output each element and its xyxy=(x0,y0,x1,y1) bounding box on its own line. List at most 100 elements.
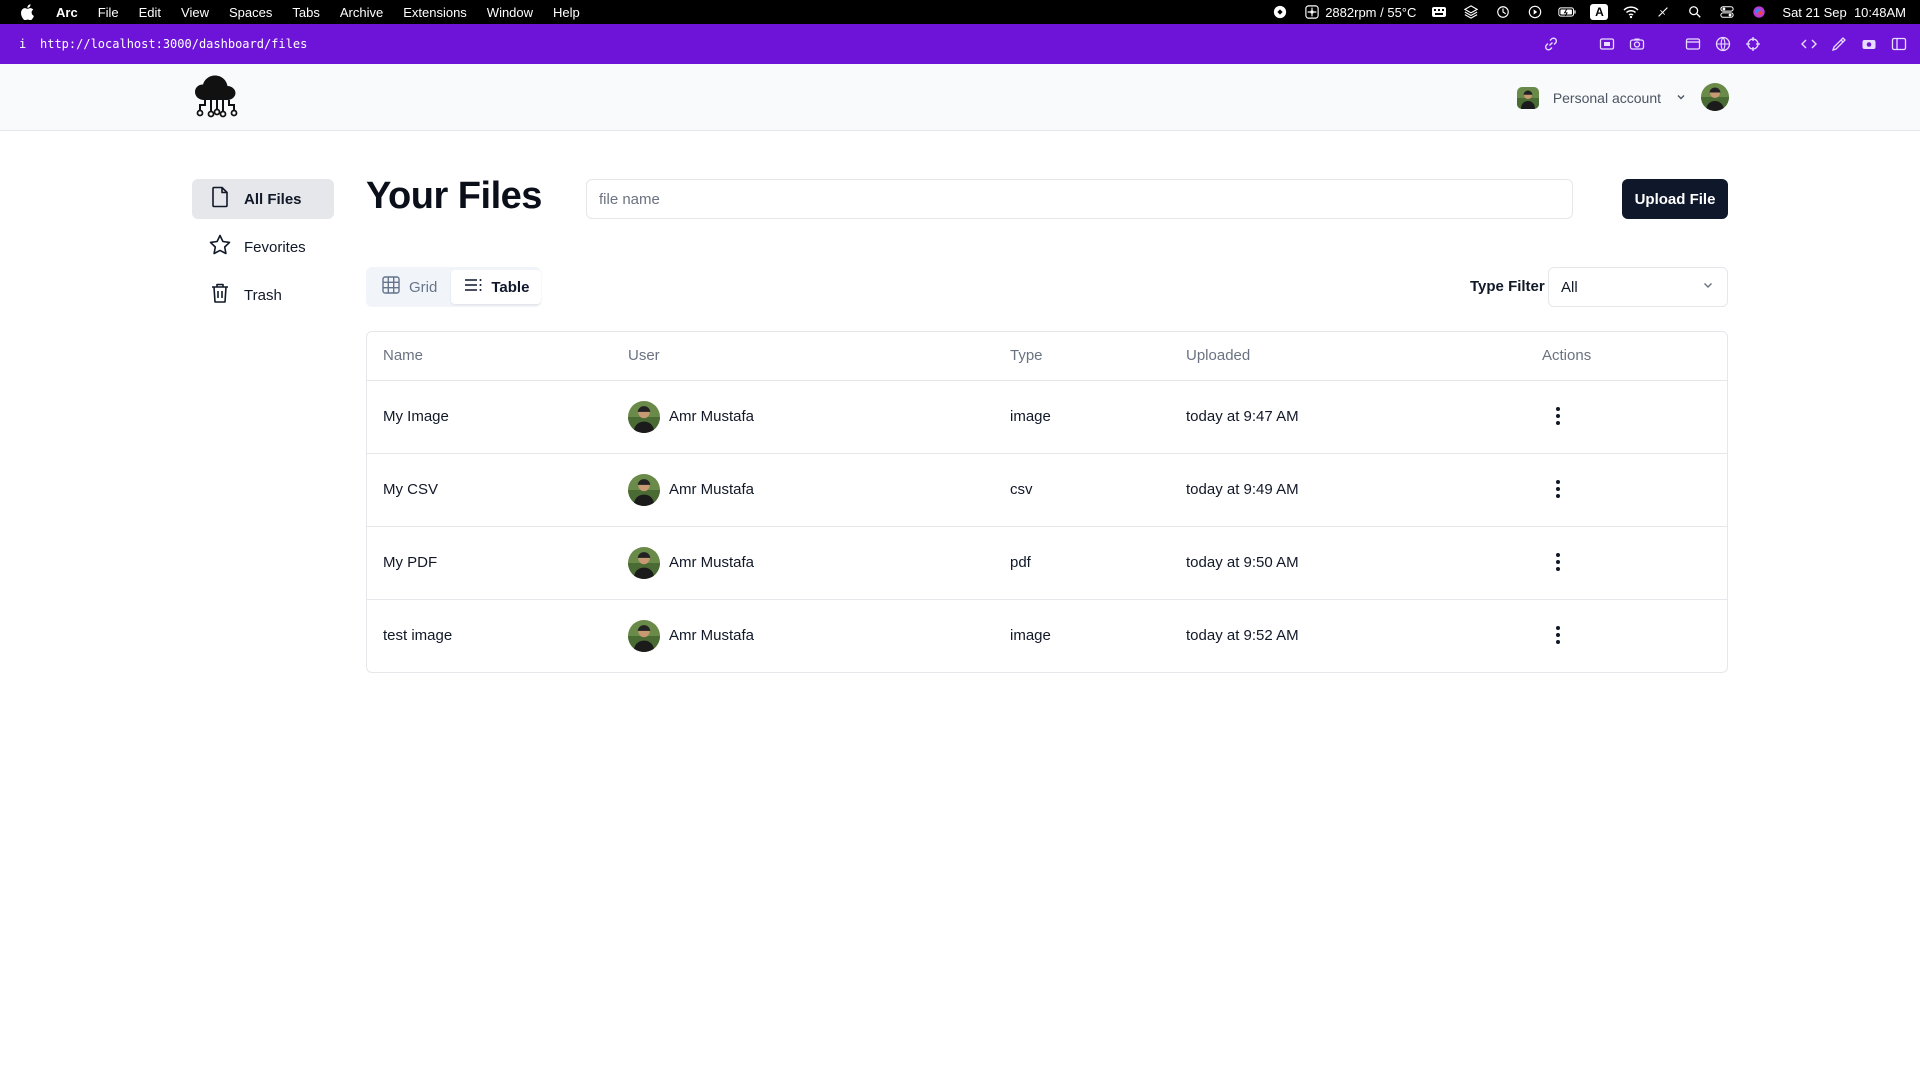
wifi-icon[interactable] xyxy=(1622,5,1640,19)
menu-edit[interactable]: Edit xyxy=(139,5,161,20)
file-uploaded: today at 9:52 AM xyxy=(1186,627,1299,645)
file-name: My PDF xyxy=(367,526,612,600)
sidebar-nav: All Files Fevorites Trash xyxy=(192,179,334,323)
column-header-type: Type xyxy=(994,332,1170,381)
play-icon[interactable] xyxy=(1526,5,1544,19)
actions-cell xyxy=(1526,526,1727,600)
user-cell: Amr Mustafa xyxy=(612,380,994,454)
file-name: My Image xyxy=(367,380,612,454)
user-name: Amr Mustafa xyxy=(669,554,755,571)
chevron-down-icon xyxy=(1675,90,1687,106)
view-toggle: Grid Table xyxy=(366,267,542,307)
file-uploaded: today at 9:50 AM xyxy=(1170,526,1526,600)
sidebar-toggle-icon[interactable] xyxy=(1890,35,1908,53)
menu-file[interactable]: File xyxy=(98,5,119,20)
file-uploaded: today at 9:49 AM xyxy=(1170,453,1526,527)
globe-icon[interactable] xyxy=(1714,35,1732,53)
sidebar-item-label: Trash xyxy=(244,286,282,304)
sidebar-item-label: Fevorites xyxy=(244,238,306,256)
fan-icon xyxy=(1303,5,1321,19)
user-cell: Amr Mustafa xyxy=(612,599,994,672)
more-vertical-icon[interactable] xyxy=(1546,477,1570,501)
input-source-indicator[interactable]: A xyxy=(1590,4,1609,20)
account-label: Personal account xyxy=(1552,90,1661,106)
browser-url-bar: i http://localhost:3000/dashboard/files xyxy=(0,24,1920,64)
file-type: csv xyxy=(994,453,1170,527)
apple-logo-icon[interactable] xyxy=(20,4,34,21)
siri-icon[interactable] xyxy=(1750,5,1768,19)
url-text[interactable]: http://localhost:3000/dashboard/files xyxy=(40,37,307,51)
keyboard-icon[interactable] xyxy=(1430,5,1448,19)
code-icon[interactable] xyxy=(1800,35,1818,53)
capture-icon[interactable] xyxy=(1598,35,1616,53)
more-vertical-icon[interactable] xyxy=(1546,404,1570,428)
pen-slash-icon[interactable] xyxy=(1654,5,1672,19)
user-avatar xyxy=(628,473,660,506)
user-name: Amr Mustafa xyxy=(669,408,755,425)
tab-grid[interactable]: Grid xyxy=(369,270,449,304)
menu-help[interactable]: Help xyxy=(553,5,580,20)
sync-app-icon[interactable] xyxy=(1271,5,1289,19)
type-filter-select[interactable]: All xyxy=(1548,267,1728,307)
file-type: image xyxy=(1010,627,1051,645)
grid-icon xyxy=(381,275,401,299)
files-table: Name User Type Uploaded Actions My Image… xyxy=(366,331,1728,673)
chevron-down-icon xyxy=(1701,278,1715,296)
user-cell: Amr Mustafa xyxy=(612,453,994,527)
sidebar-item-all-files[interactable]: All Files xyxy=(192,179,334,219)
window-icon[interactable] xyxy=(1684,35,1702,53)
more-vertical-icon[interactable] xyxy=(1546,550,1570,574)
user-avatar xyxy=(628,400,660,433)
search-input[interactable] xyxy=(586,179,1573,219)
file-name: test image xyxy=(383,627,453,645)
cloud-network-logo[interactable] xyxy=(190,70,244,124)
sidebar-item-label: All Files xyxy=(244,190,302,208)
list-icon xyxy=(463,275,483,299)
user-avatar xyxy=(628,546,660,579)
eyedropper-icon[interactable] xyxy=(1830,35,1848,53)
menu-spaces[interactable]: Spaces xyxy=(229,5,272,20)
table-row: test image Amr Mustafa image today at 9:… xyxy=(367,599,1727,672)
battery-icon[interactable] xyxy=(1558,5,1576,19)
screenshot-icon[interactable] xyxy=(1860,35,1878,53)
menu-archive[interactable]: Archive xyxy=(340,5,383,20)
sidebar-item-trash[interactable]: Trash xyxy=(192,275,334,315)
control-center-icon[interactable] xyxy=(1718,5,1736,19)
star-icon xyxy=(208,233,232,261)
tab-table[interactable]: Table xyxy=(451,270,542,304)
more-vertical-icon[interactable] xyxy=(1546,623,1570,647)
layers-icon[interactable] xyxy=(1462,5,1480,19)
column-header-actions: Actions xyxy=(1526,332,1727,381)
actions-cell xyxy=(1526,599,1727,672)
column-header-name: Name xyxy=(367,332,612,381)
menu-extensions[interactable]: Extensions xyxy=(403,5,467,20)
camera-icon[interactable] xyxy=(1628,35,1646,53)
menu-tabs[interactable]: Tabs xyxy=(292,5,319,20)
user-name: Amr Mustafa xyxy=(669,481,755,498)
actions-cell xyxy=(1526,380,1727,454)
menu-arc[interactable]: Arc xyxy=(56,5,78,20)
type-filter-value: All xyxy=(1561,278,1578,296)
page-title: Your Files xyxy=(366,175,542,217)
target-icon[interactable] xyxy=(1744,35,1762,53)
menu-view[interactable]: View xyxy=(181,5,209,20)
fan-status[interactable]: 2882rpm / 55°C xyxy=(1303,5,1416,20)
account-switcher[interactable]: Personal account xyxy=(1516,86,1687,110)
user-avatar[interactable] xyxy=(1701,83,1729,111)
tab-grid-label: Grid xyxy=(409,278,438,296)
table-row: My PDF Amr Mustafa pdf today at 9:50 AM xyxy=(367,526,1727,600)
time-machine-icon[interactable] xyxy=(1494,5,1512,19)
copy-link-icon[interactable] xyxy=(1542,35,1560,53)
actions-cell xyxy=(1526,453,1727,527)
user-avatar xyxy=(628,619,660,652)
column-header-user: User xyxy=(612,332,994,381)
spotlight-search-icon[interactable] xyxy=(1686,5,1704,19)
table-row: My CSV Amr Mustafa csv today at 9:49 AM xyxy=(367,453,1727,527)
upload-file-button[interactable]: Upload File xyxy=(1622,179,1728,219)
trash-icon xyxy=(208,281,232,309)
clock-datetime[interactable]: Sat 21 Sep 10:48AM xyxy=(1782,5,1906,20)
site-info-icon[interactable]: i xyxy=(19,37,33,51)
sidebar-item-favorites[interactable]: Fevorites xyxy=(192,227,334,267)
table-row: My Image Amr Mustafa image today at 9:47… xyxy=(367,380,1727,454)
menu-window[interactable]: Window xyxy=(487,5,533,20)
